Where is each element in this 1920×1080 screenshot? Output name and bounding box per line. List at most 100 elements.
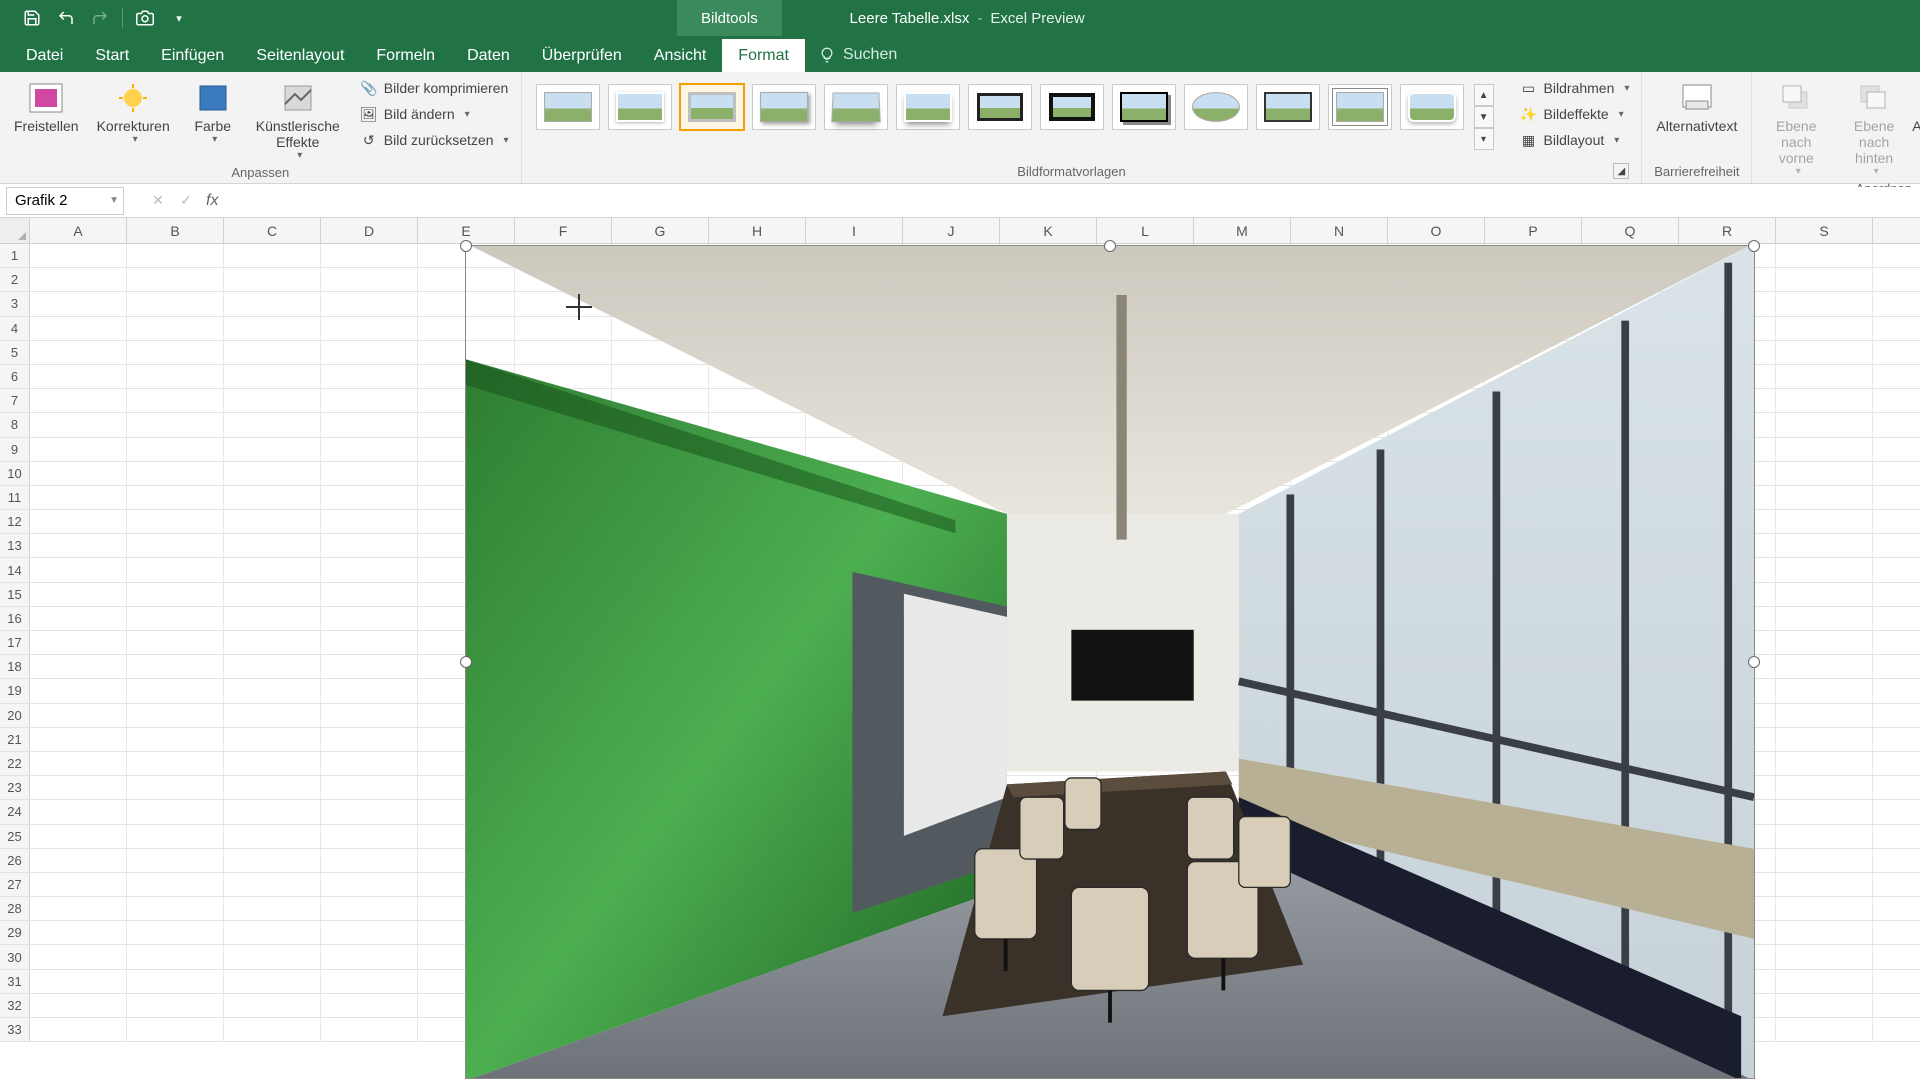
cell[interactable] — [127, 607, 224, 630]
cell[interactable] — [127, 728, 224, 751]
row-header[interactable]: 15 — [0, 583, 30, 606]
cell[interactable] — [30, 655, 127, 678]
cell[interactable] — [321, 341, 418, 364]
cell[interactable] — [30, 970, 127, 993]
row-header[interactable]: 21 — [0, 728, 30, 751]
cell[interactable] — [1776, 534, 1873, 557]
cell[interactable] — [30, 945, 127, 968]
selection-pane-button[interactable]: Auswahlbereich — [1916, 76, 1920, 138]
cell[interactable] — [127, 825, 224, 848]
cell[interactable] — [224, 244, 321, 267]
cell[interactable] — [224, 413, 321, 436]
cell[interactable] — [1776, 607, 1873, 630]
cell[interactable] — [1776, 970, 1873, 993]
cell[interactable] — [30, 317, 127, 340]
row-header[interactable]: 26 — [0, 849, 30, 872]
cell[interactable] — [1776, 897, 1873, 920]
style-thumb-8[interactable] — [1040, 84, 1104, 130]
tab-format[interactable]: Format — [722, 39, 805, 72]
cell[interactable] — [30, 752, 127, 775]
tell-me-search[interactable]: Suchen — [805, 38, 911, 72]
cell[interactable] — [1776, 583, 1873, 606]
col-header[interactable]: N — [1291, 218, 1388, 243]
row-header[interactable]: 22 — [0, 752, 30, 775]
cell[interactable] — [224, 317, 321, 340]
cell[interactable] — [224, 800, 321, 823]
cell[interactable] — [30, 994, 127, 1017]
cell[interactable] — [127, 462, 224, 485]
undo-icon[interactable] — [52, 4, 80, 32]
tab-insert[interactable]: Einfügen — [145, 39, 240, 72]
cell[interactable] — [127, 268, 224, 291]
resize-handle[interactable] — [460, 240, 472, 252]
cell[interactable] — [30, 268, 127, 291]
resize-handle[interactable] — [1748, 240, 1760, 252]
row-header[interactable]: 25 — [0, 825, 30, 848]
cell[interactable] — [30, 776, 127, 799]
cell[interactable] — [127, 921, 224, 944]
cell[interactable] — [127, 486, 224, 509]
resize-handle[interactable] — [460, 656, 472, 668]
cell[interactable] — [224, 776, 321, 799]
picture-layout-button[interactable]: ▦Bildlayout — [1516, 128, 1634, 152]
cell[interactable] — [1776, 558, 1873, 581]
cell[interactable] — [321, 292, 418, 315]
cell[interactable] — [1776, 994, 1873, 1017]
style-thumb-12[interactable] — [1328, 84, 1392, 130]
cell[interactable] — [1776, 462, 1873, 485]
namebox-dropdown-icon[interactable]: ▼ — [109, 195, 119, 206]
cell[interactable] — [321, 655, 418, 678]
cell[interactable] — [30, 704, 127, 727]
cell[interactable] — [321, 704, 418, 727]
cell[interactable] — [321, 921, 418, 944]
cell[interactable] — [224, 970, 321, 993]
embedded-picture[interactable] — [466, 246, 1754, 1078]
style-thumb-3[interactable] — [680, 84, 744, 130]
cell[interactable] — [1776, 413, 1873, 436]
redo-icon[interactable] — [86, 4, 114, 32]
cell[interactable] — [224, 268, 321, 291]
cell[interactable] — [321, 462, 418, 485]
cell[interactable] — [224, 438, 321, 461]
cell[interactable] — [127, 510, 224, 533]
cell[interactable] — [321, 994, 418, 1017]
style-thumb-7[interactable] — [968, 84, 1032, 130]
cell[interactable] — [1776, 389, 1873, 412]
col-header[interactable]: B — [127, 218, 224, 243]
cell[interactable] — [1776, 510, 1873, 533]
cell[interactable] — [1776, 800, 1873, 823]
cell[interactable] — [321, 679, 418, 702]
cell[interactable] — [321, 970, 418, 993]
cell[interactable] — [224, 365, 321, 388]
cell[interactable] — [1776, 438, 1873, 461]
col-header[interactable]: J — [903, 218, 1000, 243]
row-header[interactable]: 10 — [0, 462, 30, 485]
gallery-down-icon[interactable]: ▼ — [1474, 106, 1494, 128]
col-header[interactable]: G — [612, 218, 709, 243]
cell[interactable] — [30, 534, 127, 557]
cell[interactable] — [127, 292, 224, 315]
tab-file[interactable]: Datei — [10, 39, 79, 72]
cell[interactable] — [30, 365, 127, 388]
row-header[interactable]: 2 — [0, 268, 30, 291]
col-header[interactable]: O — [1388, 218, 1485, 243]
remove-background-button[interactable]: Freistellen — [8, 76, 85, 138]
cell[interactable] — [127, 994, 224, 1017]
cell[interactable] — [224, 849, 321, 872]
camera-icon[interactable] — [131, 4, 159, 32]
cell[interactable] — [30, 462, 127, 485]
row-header[interactable]: 6 — [0, 365, 30, 388]
row-header[interactable]: 19 — [0, 679, 30, 702]
cell[interactable] — [224, 873, 321, 896]
reset-picture-button[interactable]: ↺Bild zurücksetzen — [356, 128, 513, 152]
cell[interactable] — [30, 438, 127, 461]
cell[interactable] — [30, 728, 127, 751]
row-header[interactable]: 9 — [0, 438, 30, 461]
cell[interactable] — [321, 486, 418, 509]
cell[interactable] — [127, 897, 224, 920]
cell[interactable] — [127, 849, 224, 872]
corrections-button[interactable]: Korrekturen — [91, 76, 176, 149]
cell[interactable] — [224, 462, 321, 485]
cell[interactable] — [224, 704, 321, 727]
cell[interactable] — [224, 292, 321, 315]
